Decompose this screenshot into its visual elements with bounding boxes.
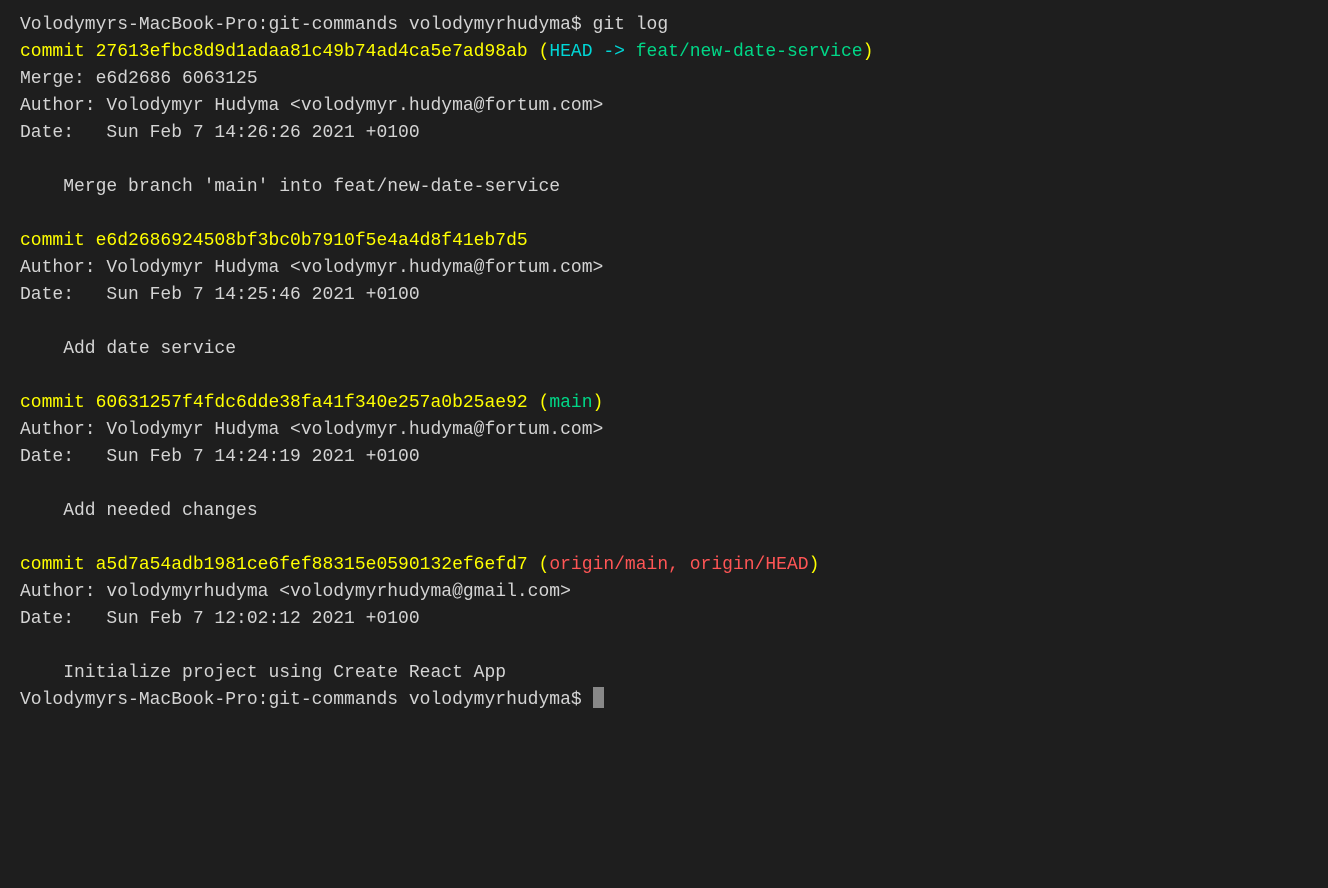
author-2: Author: Volodymyr Hudyma <volodymyr.hudy… xyxy=(20,258,603,278)
paren-close-3: ) xyxy=(593,393,604,413)
author-4: Author: volodymyrhudyma <volodymyrhudyma… xyxy=(20,582,571,602)
message-4: Initialize project using Create React Ap… xyxy=(20,663,506,683)
author-1: Author: Volodymyr Hudyma <volodymyr.hudy… xyxy=(20,96,603,116)
commit-4-hash: commit a5d7a54adb1981ce6fef88315e0590132… xyxy=(20,555,528,575)
branch-1: feat/new-date-service xyxy=(636,42,863,62)
paren-open-3: ( xyxy=(539,393,550,413)
commit-3-hash: commit 60631257f4fdc6dde38fa41f340e257a0… xyxy=(20,393,528,413)
message-3: Add needed changes xyxy=(20,501,258,521)
date-1: Date: Sun Feb 7 14:26:26 2021 +0100 xyxy=(20,123,420,143)
date-2: Date: Sun Feb 7 14:25:46 2021 +0100 xyxy=(20,285,420,305)
paren-open-4: ( xyxy=(539,555,550,575)
command-1: git log xyxy=(593,15,669,35)
merge-1: Merge: e6d2686 6063125 xyxy=(20,69,258,89)
message-2: Add date service xyxy=(20,339,236,359)
cursor-icon[interactable] xyxy=(593,687,604,708)
head-label: HEAD -> xyxy=(549,42,635,62)
date-3: Date: Sun Feb 7 14:24:19 2021 +0100 xyxy=(20,447,420,467)
date-4: Date: Sun Feb 7 12:02:12 2021 +0100 xyxy=(20,609,420,629)
commit-1-hash: commit 27613efbc8d9d1adaa81c49b74ad4ca5e… xyxy=(20,42,528,62)
message-1: Merge branch 'main' into feat/new-date-s… xyxy=(20,177,560,197)
remote-refs: origin/main, origin/HEAD xyxy=(549,555,808,575)
prompt-2[interactable]: Volodymyrs-MacBook-Pro:git-commands volo… xyxy=(20,690,582,710)
author-3: Author: Volodymyr Hudyma <volodymyr.hudy… xyxy=(20,420,603,440)
commit-2-hash: commit e6d2686924508bf3bc0b7910f5e4a4d8f… xyxy=(20,231,528,251)
paren-close-4: ) xyxy=(809,555,820,575)
branch-3: main xyxy=(549,393,592,413)
prompt-1: Volodymyrs-MacBook-Pro:git-commands volo… xyxy=(20,15,582,35)
paren-close-1: ) xyxy=(863,42,874,62)
paren-open-1: ( xyxy=(539,42,550,62)
